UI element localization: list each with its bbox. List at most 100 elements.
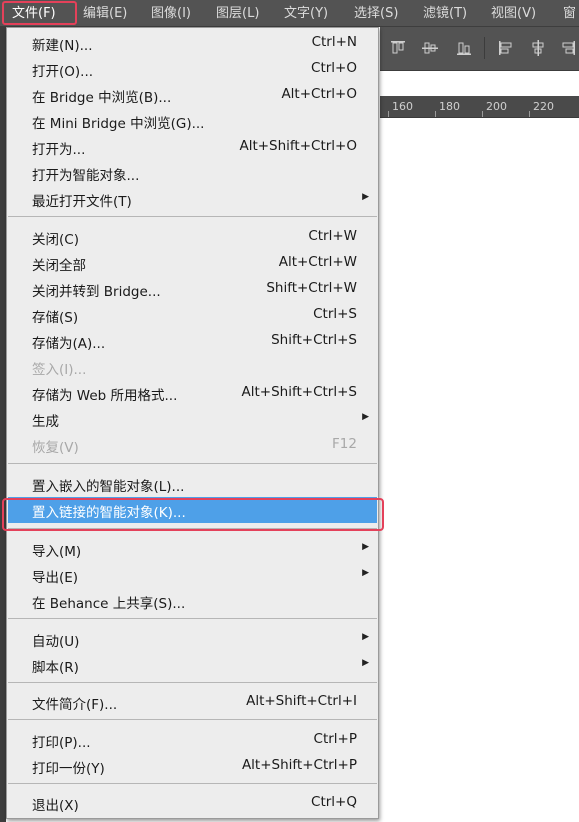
menu-item-print[interactable]: 打印(P)... Ctrl+P (8, 727, 377, 753)
menu-item-shortcut: F12 (332, 436, 357, 452)
menu-item-label: 生成 (32, 414, 59, 430)
ruler-tick-label: 220 (533, 100, 554, 113)
menu-item-shortcut: Alt+Shift+Ctrl+S (241, 384, 358, 400)
submenu-arrow-icon: ▶ (362, 658, 369, 668)
menu-item-share-behance[interactable]: 在 Behance 上共享(S)... (8, 588, 377, 614)
menu-type[interactable]: 文字(Y) (284, 0, 328, 27)
menu-item-exit[interactable]: 退出(X) Ctrl+Q (8, 790, 377, 816)
menu-item-label: 退出(X) (32, 798, 79, 814)
submenu-arrow-icon: ▶ (362, 632, 369, 642)
menu-item-export[interactable]: 导出(E) ▶ (8, 562, 377, 588)
menu-edit[interactable]: 编辑(E) (83, 0, 127, 27)
ruler-mark (435, 111, 436, 117)
menu-item-shortcut: Alt+Ctrl+W (278, 254, 357, 270)
menu-item-shortcut: Ctrl+N (311, 34, 357, 50)
menu-separator (8, 618, 377, 619)
menu-separator (8, 719, 377, 720)
menu-item-browse-mini-bridge[interactable]: 在 Mini Bridge 中浏览(G)... (8, 108, 377, 134)
menu-item-shortcut: Ctrl+W (308, 228, 357, 244)
file-dropdown-menu: 新建(N)... Ctrl+N 打开(O)... Ctrl+O 在 Bridge 中… (6, 27, 379, 819)
menu-item-shortcut: Shift+Ctrl+W (266, 280, 357, 296)
menu-item-label: 置入嵌入的智能对象(L)... (32, 479, 185, 495)
menu-item-label: 在 Bridge 中浏览(B)... (32, 90, 172, 106)
menu-item-generate[interactable]: 生成 ▶ (8, 406, 377, 432)
menu-item-shortcut: Alt+Shift+Ctrl+O (239, 138, 357, 154)
menu-item-save-as[interactable]: 存储为(A)... Shift+Ctrl+S (8, 328, 377, 354)
menu-item-label: 文件简介(F)... (32, 697, 118, 713)
menu-item-shortcut: Shift+Ctrl+S (271, 332, 357, 348)
menu-item-label: 签入(I)... (32, 362, 87, 378)
menu-item-open-as[interactable]: 打开为... Alt+Shift+Ctrl+O (8, 134, 377, 160)
menu-item-open-as-smart-object[interactable]: 打开为智能对象... (8, 160, 377, 186)
menu-item-label: 关闭全部 (32, 258, 86, 274)
menu-item-label: 恢复(V) (32, 440, 79, 456)
menu-item-label: 打印一份(Y) (32, 761, 105, 777)
ruler-mark (529, 111, 530, 117)
menu-item-label: 脚本(R) (32, 660, 79, 676)
menu-view[interactable]: 视图(V) (491, 0, 536, 27)
menu-filter[interactable]: 滤镜(T) (423, 0, 467, 27)
ruler-mark (388, 111, 389, 117)
ruler-tick-label: 160 (392, 100, 413, 113)
align-hcenter-icon[interactable] (530, 40, 546, 56)
align-vcenter-icon[interactable] (422, 40, 438, 56)
workspace-gap (380, 71, 579, 96)
document-canvas[interactable] (380, 118, 579, 822)
menu-separator (8, 216, 377, 217)
file-menu-highlight-box (2, 1, 77, 25)
menu-item-label: 打开(O)... (32, 64, 94, 80)
menu-item-new[interactable]: 新建(N)... Ctrl+N (8, 30, 377, 56)
menu-item-label: 存储(S) (32, 310, 79, 326)
submenu-arrow-icon: ▶ (362, 568, 369, 578)
align-left-icon[interactable] (498, 40, 514, 56)
menu-item-label: 存储为 Web 所用格式... (32, 388, 178, 404)
menu-item-revert: 恢复(V) F12 (8, 432, 377, 458)
menu-item-import[interactable]: 导入(M) ▶ (8, 536, 377, 562)
menu-item-shortcut: Ctrl+O (311, 60, 357, 76)
menu-item-close-all[interactable]: 关闭全部 Alt+Ctrl+W (8, 250, 377, 276)
menu-item-save[interactable]: 存储(S) Ctrl+S (8, 302, 377, 328)
menu-item-close[interactable]: 关闭(C) Ctrl+W (8, 224, 377, 250)
ruler-tick-label: 200 (486, 100, 507, 113)
menu-item-open[interactable]: 打开(O)... Ctrl+O (8, 56, 377, 82)
menu-item-shortcut: Ctrl+Q (311, 794, 357, 810)
menu-item-shortcut: Alt+Shift+Ctrl+P (241, 757, 357, 773)
submenu-arrow-icon: ▶ (362, 192, 369, 202)
align-right-icon[interactable] (560, 40, 576, 56)
menu-item-automate[interactable]: 自动(U) ▶ (8, 626, 377, 652)
menu-item-browse-bridge[interactable]: 在 Bridge 中浏览(B)... Alt+Ctrl+O (8, 82, 377, 108)
menu-separator (8, 682, 377, 683)
submenu-arrow-icon: ▶ (362, 542, 369, 552)
menu-item-label: 在 Behance 上共享(S)... (32, 596, 186, 612)
menu-window[interactable]: 窗 (563, 0, 576, 27)
menu-item-file-info[interactable]: 文件简介(F)... Alt+Shift+Ctrl+I (8, 689, 377, 715)
menu-item-place-embedded[interactable]: 置入嵌入的智能对象(L)... (8, 471, 377, 497)
ruler-tick-label: 180 (439, 100, 460, 113)
menu-item-label: 关闭(C) (32, 232, 79, 248)
align-top-icon[interactable] (390, 40, 406, 56)
menu-item-label: 打开为智能对象... (32, 168, 140, 184)
menu-item-label: 存储为(A)... (32, 336, 106, 352)
menu-item-label: 打开为... (32, 142, 86, 158)
menu-item-label: 打印(P)... (32, 735, 91, 751)
menu-item-label: 自动(U) (32, 634, 80, 650)
options-bar (380, 27, 579, 71)
menu-item-shortcut: Alt+Ctrl+O (281, 86, 357, 102)
menu-separator (8, 783, 377, 784)
menu-item-label: 导出(E) (32, 570, 79, 586)
menu-layer[interactable]: 图层(L) (216, 0, 259, 27)
align-bottom-icon[interactable] (456, 40, 472, 56)
menu-item-close-go-bridge[interactable]: 关闭并转到 Bridge... Shift+Ctrl+W (8, 276, 377, 302)
menu-bar: 文件(F) 编辑(E) 图像(I) 图层(L) 文字(Y) 选择(S) 滤镜(T… (0, 0, 579, 27)
horizontal-ruler: 160 180 200 220 (380, 96, 579, 118)
menu-image[interactable]: 图像(I) (151, 0, 191, 27)
menu-item-check-in: 签入(I)... (8, 354, 377, 380)
submenu-arrow-icon: ▶ (362, 412, 369, 422)
menu-item-open-recent[interactable]: 最近打开文件(T) ▶ (8, 186, 377, 212)
menu-item-save-for-web[interactable]: 存储为 Web 所用格式... Alt+Shift+Ctrl+S (8, 380, 377, 406)
menu-item-scripts[interactable]: 脚本(R) ▶ (8, 652, 377, 678)
options-divider (484, 37, 485, 59)
menu-item-shortcut: Ctrl+S (313, 306, 357, 322)
menu-item-print-one-copy[interactable]: 打印一份(Y) Alt+Shift+Ctrl+P (8, 753, 377, 779)
menu-select[interactable]: 选择(S) (354, 0, 398, 27)
